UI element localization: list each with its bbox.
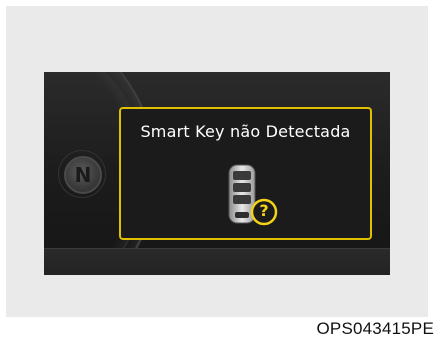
cluster-bottom-strip xyxy=(44,248,390,275)
smart-key-fob-icon: ? xyxy=(223,163,279,234)
warning-message: Smart Key não Detectada xyxy=(140,122,351,141)
question-mark-icon: ? xyxy=(259,201,269,220)
gear-indicator: N xyxy=(64,156,102,194)
gear-indicator-label: N xyxy=(74,163,92,187)
figure-code: OPS043415PE xyxy=(316,319,434,338)
warning-popup: Smart Key não Detectada ? xyxy=(119,107,372,240)
